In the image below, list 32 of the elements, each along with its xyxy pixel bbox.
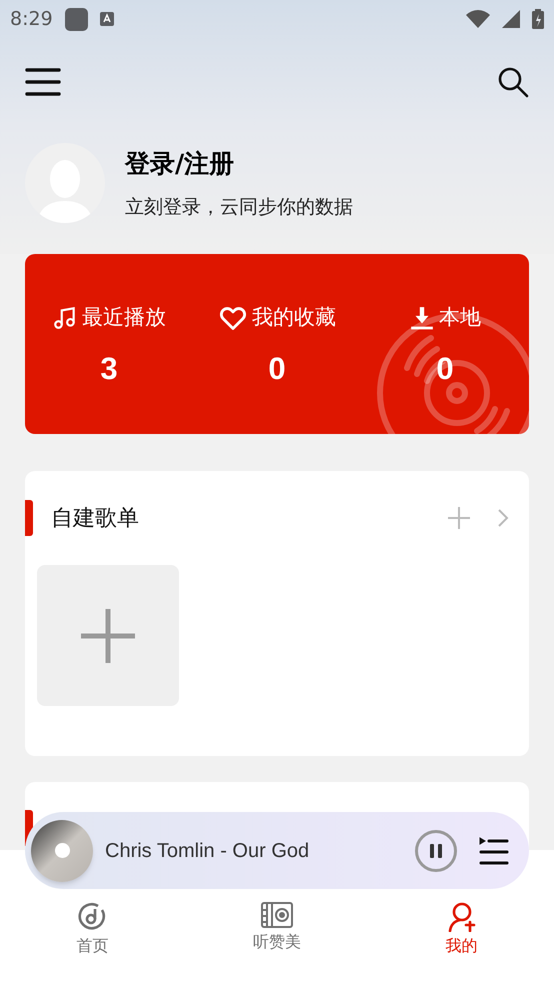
signal-icon	[502, 10, 520, 28]
nav-tab[interactable]: 听赞美	[184, 902, 370, 954]
mini-player[interactable]: Chris Tomlin - Our God	[25, 812, 529, 889]
pause-icon	[430, 844, 442, 858]
wifi-icon	[466, 10, 490, 28]
stat-tab[interactable]: 本地	[409, 302, 481, 334]
section-marker	[25, 500, 33, 536]
menu-icon[interactable]	[25, 67, 61, 97]
user-add-icon	[448, 902, 476, 932]
keyboard-notification-icon	[100, 12, 114, 26]
app-notification-icon	[64, 8, 88, 30]
nav-tab[interactable]: 我的	[369, 902, 554, 958]
stat-count: 0	[436, 350, 454, 388]
nav-tab[interactable]: 首页	[0, 902, 185, 958]
playlist-icon[interactable]	[479, 836, 509, 864]
stat-tab[interactable]: 最近播放	[52, 302, 166, 334]
plus-icon	[81, 608, 135, 662]
status-time: 8:29	[10, 6, 53, 32]
stat-tab[interactable]: 我的收藏	[218, 302, 336, 334]
login-title[interactable]: 登录/注册	[125, 145, 353, 182]
section-title: 自建歌单	[51, 504, 139, 532]
pause-button[interactable]	[415, 830, 457, 872]
track-title: Chris Tomlin - Our God	[105, 838, 310, 864]
record-player-icon	[261, 902, 293, 928]
download-icon	[409, 304, 435, 331]
music-note-icon	[52, 304, 78, 331]
battery-icon	[532, 9, 544, 29]
login-subtitle: 立刻登录，云同步你的数据	[125, 194, 353, 220]
album-cover-placeholder	[31, 820, 93, 882]
search-icon[interactable]	[497, 66, 529, 98]
stat-count: 3	[100, 350, 118, 388]
stat-count: 0	[268, 350, 286, 388]
